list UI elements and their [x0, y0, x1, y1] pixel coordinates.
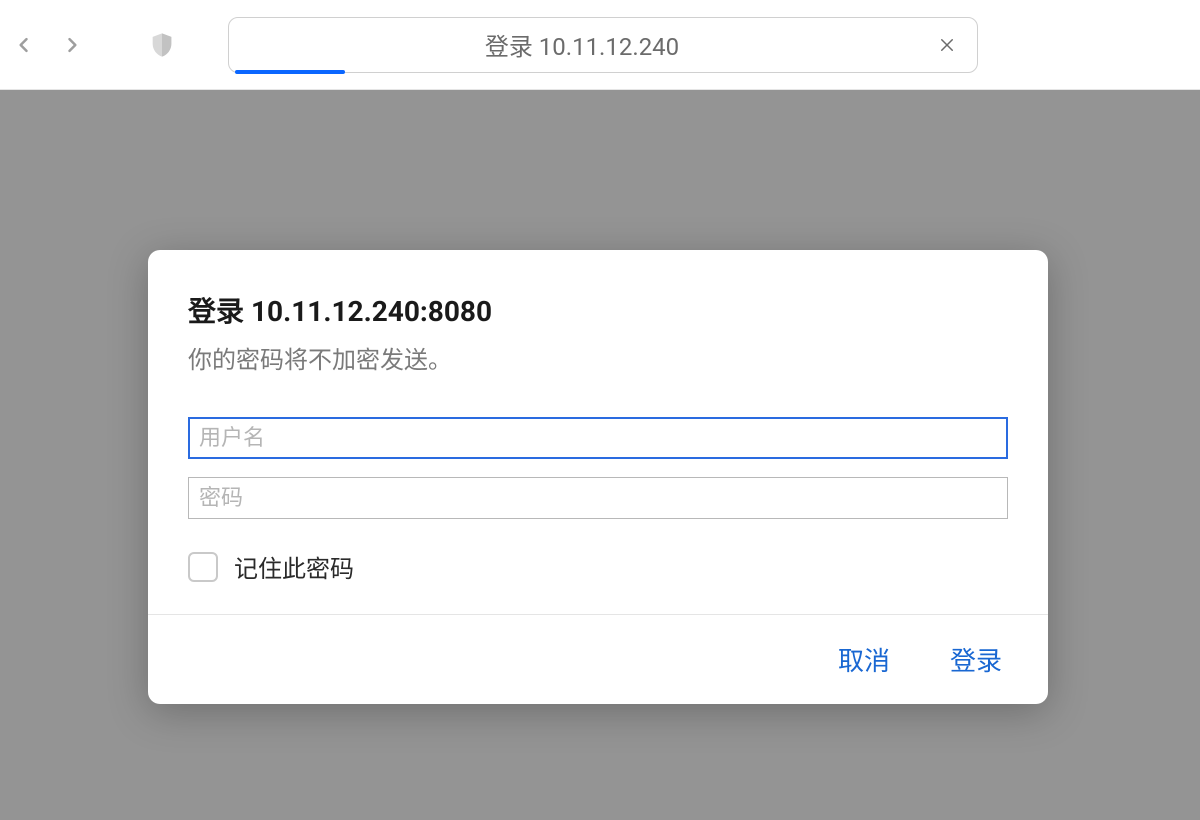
dialog-body: 登录 10.11.12.240:8080 你的密码将不加密发送。 记住此密码 [148, 250, 1048, 614]
password-input[interactable] [188, 477, 1008, 519]
remember-row: 记住此密码 [188, 549, 1008, 584]
http-auth-dialog: 登录 10.11.12.240:8080 你的密码将不加密发送。 记住此密码 取… [148, 250, 1048, 704]
clear-address-icon[interactable] [935, 33, 959, 57]
dialog-title: 登录 10.11.12.240:8080 [188, 290, 1008, 330]
modal-backdrop: 登录 10.11.12.240:8080 你的密码将不加密发送。 记住此密码 取… [0, 90, 1200, 820]
back-button[interactable] [10, 31, 38, 59]
page-load-progress [235, 70, 345, 74]
remember-checkbox[interactable] [188, 552, 218, 582]
dialog-subtitle: 你的密码将不加密发送。 [188, 340, 1008, 375]
dialog-footer: 取消 登录 [148, 614, 1048, 704]
login-button[interactable]: 登录 [944, 637, 1008, 682]
remember-label: 记住此密码 [234, 549, 354, 584]
address-bar[interactable]: 登录 10.11.12.240 [228, 17, 978, 73]
shield-icon[interactable] [146, 29, 178, 61]
browser-toolbar: 登录 10.11.12.240 [0, 0, 1200, 90]
forward-button[interactable] [58, 31, 86, 59]
cancel-button[interactable]: 取消 [832, 637, 896, 682]
username-input[interactable] [188, 417, 1008, 459]
address-text: 登录 10.11.12.240 [229, 27, 935, 62]
